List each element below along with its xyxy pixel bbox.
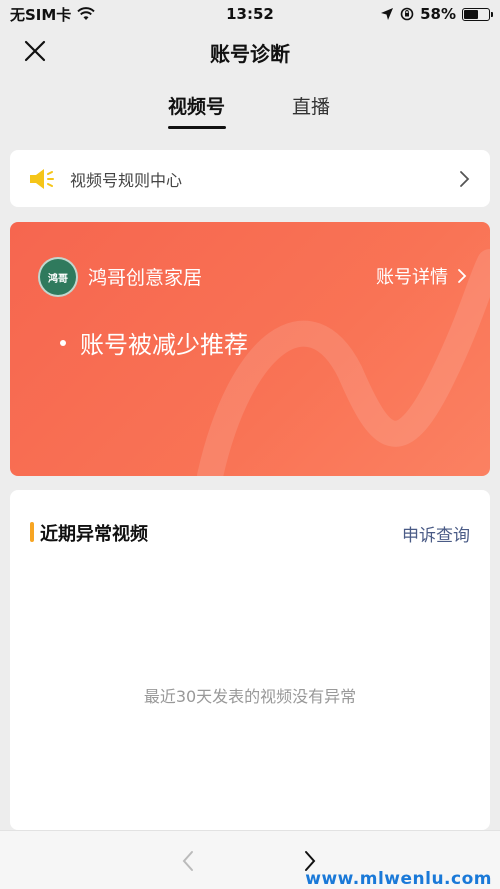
status-right: 58% <box>380 5 493 23</box>
account-name: 鸿哥创意家居 <box>88 267 203 289</box>
avatar-text: 鸿哥 <box>48 273 68 285</box>
account-status-card: 鸿哥 鸿哥创意家居 账号详情 账号被减少推荐 <box>10 222 490 476</box>
rotation-lock-icon <box>400 7 414 21</box>
avatar[interactable]: 鸿哥 <box>38 257 78 297</box>
empty-state-text: 最近30天发表的视频没有异常 <box>143 687 357 706</box>
status-left: 无SIM卡 <box>10 4 96 25</box>
appeal-query-link[interactable]: 申诉查询 <box>402 521 470 546</box>
carrier-label: 无SIM卡 <box>10 5 72 24</box>
back-arrow-icon[interactable] <box>180 849 196 873</box>
account-detail-link[interactable]: 账号详情 <box>376 263 468 289</box>
account-notice: 账号被减少推荐 <box>60 325 248 360</box>
tab-live[interactable]: 直播 <box>292 92 330 119</box>
battery-fill <box>464 9 478 19</box>
abnormal-videos-card: 近期异常视频 申诉查询 最近30天发表的视频没有异常 <box>10 490 490 830</box>
speaker-icon <box>30 168 54 189</box>
battery-icon <box>462 7 493 21</box>
tab-channels[interactable]: 视频号 <box>168 92 225 119</box>
tab-bar: 视频号 直播 <box>0 88 500 132</box>
rules-center-item[interactable]: 视频号规则中心 <box>10 150 490 207</box>
wifi-icon <box>77 7 96 20</box>
watermark-text: www.mlwenlu.com <box>305 869 492 889</box>
rules-center-label: 视频号规则中心 <box>70 170 183 190</box>
status-bar: 无SIM卡 13:52 58% <box>0 0 500 28</box>
bottom-toolbar: www.mlwenlu.com <box>0 830 500 889</box>
battery-percent: 58% <box>420 5 456 23</box>
notice-text: 账号被减少推荐 <box>80 331 248 359</box>
account-detail-label: 账号详情 <box>376 267 448 288</box>
chevron-right-icon <box>458 269 467 283</box>
location-arrow-icon <box>381 8 394 20</box>
tab-active-underline <box>168 126 226 129</box>
page-title: 账号诊断 <box>210 42 290 66</box>
chevron-right-icon <box>460 170 470 187</box>
nav-bar: 账号诊断 <box>0 28 500 74</box>
section-title: 近期异常视频 <box>40 524 148 545</box>
section-accent-bar <box>30 522 34 542</box>
bullet-dot <box>60 339 66 346</box>
